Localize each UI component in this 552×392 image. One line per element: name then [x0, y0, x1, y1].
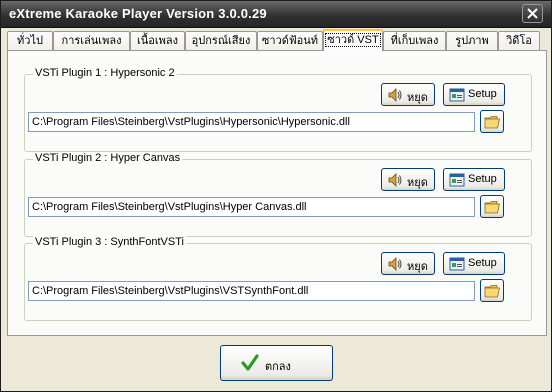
stop-button[interactable]: หยุด [381, 168, 435, 191]
plugin-title: VSTi Plugin 1 : Hypersonic 2 [33, 67, 177, 79]
speaker-icon [388, 257, 402, 271]
plugin-title: VSTi Plugin 2 : Hyper Canvas [33, 152, 183, 164]
plugin-path-field[interactable]: C:\Program Files\Steinberg\VstPlugins\VS… [28, 281, 475, 301]
tab-label: เนื้อเพลง [136, 35, 178, 47]
window-title: eXtreme Karaoke Player Version 3.0.0.29 [9, 6, 267, 21]
tab-vst-sound[interactable]: ซาวด์ VST [323, 29, 383, 51]
tab-label: ทั่วไป [17, 35, 43, 47]
browse-button[interactable] [480, 195, 504, 218]
plugin-path-field[interactable]: C:\Program Files\Steinberg\VstPlugins\Hy… [28, 112, 475, 132]
tab-label: ซาวด์ฟ้อนท์ [261, 35, 319, 47]
setup-window-icon [449, 257, 465, 271]
ok-label: ตกลง [265, 361, 291, 373]
tab-label: อุปกรณ์เสียง [191, 35, 251, 47]
tab-label: การเล่นเพลง [61, 35, 122, 47]
tab-images[interactable]: รูปภาพ [446, 31, 498, 50]
setup-button[interactable]: Setup [443, 83, 505, 106]
tab-video[interactable]: วิดีโอ [498, 31, 540, 50]
tab-audio-device[interactable]: อุปกรณ์เสียง [185, 31, 257, 50]
stop-label: หยุด [407, 261, 428, 273]
setup-window-icon [449, 173, 465, 187]
tab-label: รูปภาพ [455, 35, 489, 47]
vst-plugin-1-group: VSTi Plugin 1 : Hypersonic 2 หยุด Setup [24, 67, 532, 152]
checkmark-icon [241, 354, 259, 371]
tab-lyrics[interactable]: เนื้อเพลง [130, 31, 185, 50]
tab-bar: ทั่วไป การเล่นเพลง เนื้อเพลง อุปกรณ์เสีย… [7, 29, 547, 51]
setup-window-icon [449, 88, 465, 102]
setup-button[interactable]: Setup [443, 168, 505, 191]
folder-open-icon [484, 285, 500, 298]
setup-label: Setup [468, 88, 497, 100]
speaker-icon [388, 173, 402, 187]
tab-general[interactable]: ทั่วไป [7, 31, 53, 50]
speaker-icon [388, 88, 402, 102]
vst-plugin-2-group: VSTi Plugin 2 : Hyper Canvas หยุด Setup [24, 152, 532, 237]
ok-button[interactable]: ตกลง [220, 345, 333, 381]
folder-open-icon [484, 116, 500, 129]
stop-label: หยุด [407, 92, 428, 104]
tab-playback[interactable]: การเล่นเพลง [53, 31, 130, 50]
close-button[interactable] [522, 4, 543, 23]
close-icon [527, 8, 538, 19]
main-window: eXtreme Karaoke Player Version 3.0.0.29 … [0, 0, 552, 392]
tab-label: ซาวด์ VST [325, 33, 381, 47]
tab-song-storage[interactable]: ที่เก็บเพลง [383, 31, 446, 50]
tab-label: วิดีโอ [506, 35, 532, 47]
setup-label: Setup [468, 257, 497, 269]
vst-tab-panel: VSTi Plugin 1 : Hypersonic 2 หยุด Setup [7, 50, 547, 336]
setup-button[interactable]: Setup [443, 252, 505, 275]
plugin-title: VSTi Plugin 3 : SynthFontVSTi [33, 236, 186, 248]
tab-label: ที่เก็บเพลง [390, 35, 439, 47]
vst-plugin-3-group: VSTi Plugin 3 : SynthFontVSTi หยุด Setup [24, 236, 532, 321]
tab-soundfont[interactable]: ซาวด์ฟ้อนท์ [257, 31, 323, 50]
plugin-path-field[interactable]: C:\Program Files\Steinberg\VstPlugins\Hy… [28, 197, 475, 217]
stop-button[interactable]: หยุด [381, 252, 435, 275]
folder-open-icon [484, 201, 500, 214]
stop-label: หยุด [407, 177, 428, 189]
browse-button[interactable] [480, 110, 504, 133]
setup-label: Setup [468, 173, 497, 185]
title-bar[interactable]: eXtreme Karaoke Player Version 3.0.0.29 [1, 1, 551, 28]
stop-button[interactable]: หยุด [381, 83, 435, 106]
browse-button[interactable] [480, 279, 504, 302]
